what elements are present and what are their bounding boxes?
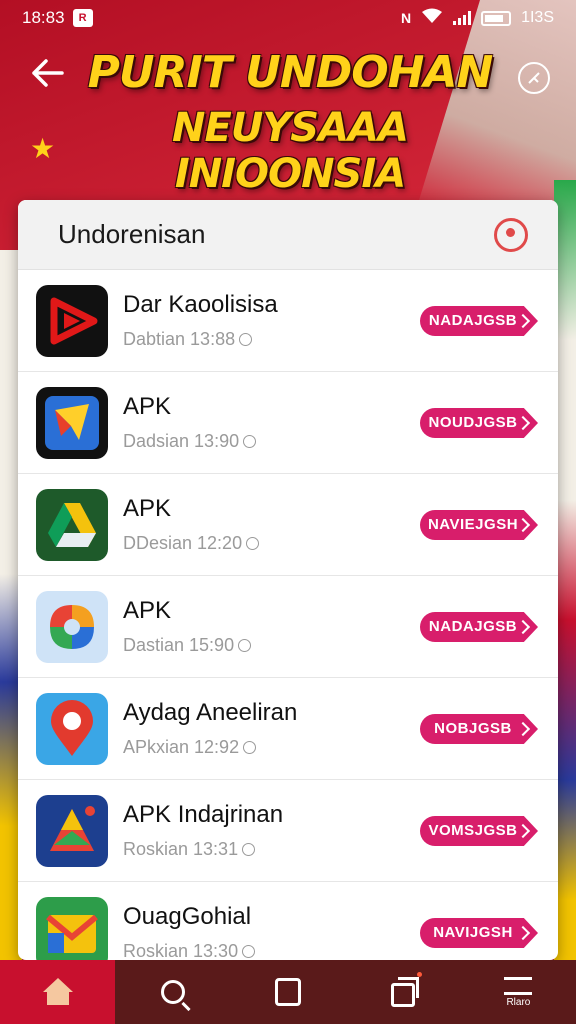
clock-icon [239,333,253,346]
clock-icon [243,741,257,754]
colorful-logo-icon [36,590,108,663]
square-icon [275,978,301,1006]
app-list-panel: Undorenisan Dar Kaoolisisa Dabtian 13:88… [18,200,558,960]
status-right-text: 1I3S [521,9,554,26]
gmail-icon [36,896,108,960]
paper-plane-icon [36,386,108,459]
play-icon [36,284,108,357]
clock-icon [246,537,260,550]
nav-search[interactable] [115,960,230,1024]
clock-icon [242,945,256,958]
download-button[interactable]: NOUDJGSB [420,408,538,438]
list-item[interactable]: APK Indajrinan Roskian 13:31 VOMSJGSB [18,780,558,882]
nav-home[interactable] [0,960,116,1024]
nav-apps[interactable] [230,960,345,1024]
list-item[interactable]: Dar Kaoolisisa Dabtian 13:88 NADAJGSB [18,270,558,372]
menu-icon [504,976,533,995]
download-button[interactable]: NADAJGSB [420,306,538,336]
signal-icon [453,11,472,25]
battery-icon [481,10,512,26]
nav-downloads[interactable] [346,960,461,1024]
app-meta-text: Roskian 13:30 [123,941,239,960]
app-meta-text: Roskian 13:31 [123,839,239,859]
nfc-icon: N [400,10,412,26]
app-meta-text: DDesian 12:20 [123,533,243,553]
status-left: 18:83 R [22,8,93,28]
wifi-icon [421,8,443,29]
nav-menu-label: Rlaro [506,996,531,1008]
notification-badge: R [72,9,93,27]
search-icon [160,980,185,1004]
download-button[interactable]: VOMSJGSB [420,816,538,846]
panel-title: Undorenisan [58,219,206,249]
copy-icon [391,972,423,1007]
download-button[interactable]: NAVIEJGSH [420,510,538,540]
compass-icon[interactable] [518,62,550,94]
list-item[interactable]: Aydag Aneeliran APkxian 12:92 NOBJGSB [18,678,558,780]
list-item[interactable]: APK Dadsian 13:90 NOUDJGSB [18,372,558,474]
page-title: PURIT UNDOHAN NEUYSAAA INIOONSIA [60,47,520,197]
app-meta-text: Dadsian 13:90 [123,431,240,451]
panel-header: Undorenisan [18,200,558,270]
app-meta-text: Dabtian 13:88 [123,329,236,349]
star-icon: ★ [30,133,56,164]
clock-icon [242,843,256,856]
map-pin-icon [36,692,108,765]
nav-menu[interactable]: Rlaro [461,960,576,1024]
download-button[interactable]: NOBJGSB [420,714,538,744]
page-title-line1: PURIT UNDOHAN [87,47,494,98]
status-time: 18:83 [22,8,65,27]
drive-icon [36,488,108,561]
list-item[interactable]: APK Dastian 15:90 NADAJGSB [18,576,558,678]
app-meta-text: Dastian 15:90 [123,635,235,655]
app-meta-text: APkxian 12:92 [123,737,240,757]
page-title-line2: NEUYSAAA INIOONSIA [172,104,409,197]
bottom-nav: Rlaro [0,960,576,1024]
download-button[interactable]: NADAJGSB [420,612,538,642]
status-bar: 18:83 R N 1I3S [0,0,576,36]
record-icon[interactable] [494,217,528,252]
status-right: N 1I3S [401,8,554,29]
list-item[interactable]: OuagGohial Roskian 13:30 NAVIJGSH [18,882,558,960]
clock-icon [238,639,252,652]
clock-icon [243,435,257,448]
download-button[interactable]: NAVIJGSH [420,918,538,948]
app-list: Dar Kaoolisisa Dabtian 13:88 NADAJGSB AP… [18,270,558,960]
home-icon [41,978,75,1006]
list-item[interactable]: APK DDesian 12:20 NAVIEJGSH [18,474,558,576]
triangle-logo-icon [36,794,108,867]
